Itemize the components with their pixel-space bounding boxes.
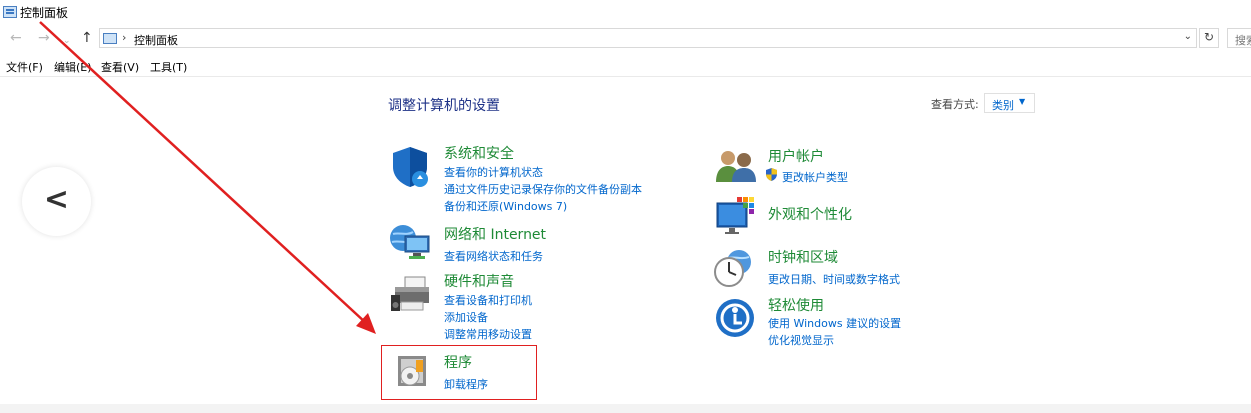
forward-arrow-icon[interactable]: → [38, 30, 50, 46]
status-strip [0, 404, 1251, 413]
printer-speaker-icon [391, 276, 429, 311]
search-input[interactable]: 搜索 [1227, 28, 1251, 48]
category-appearance[interactable]: 外观和个性化 [768, 204, 852, 224]
link-mobility-settings[interactable]: 调整常用移动设置 [444, 326, 532, 342]
link-change-date-time[interactable]: 更改日期、时间或数字格式 [768, 271, 900, 287]
category-hardware-sound[interactable]: 硬件和声音 [444, 271, 514, 291]
clock-globe-icon [714, 250, 751, 287]
users-icon [716, 151, 756, 182]
link-check-computer-status[interactable]: 查看你的计算机状态 [444, 164, 543, 180]
link-backup-restore[interactable]: 备份和还原(Windows 7) [444, 198, 567, 214]
category-ease-of-access[interactable]: 轻松使用 [768, 295, 824, 315]
chevron-left-icon: < [43, 182, 70, 217]
search-placeholder: 搜索 [1235, 34, 1251, 47]
shield-icon [393, 147, 428, 187]
address-bar: ← → ⌄ ↑ › 控制面板 ⌄ ↻ 搜索 [0, 27, 1251, 51]
recent-locations-icon[interactable]: ⌄ [63, 33, 71, 49]
view-by-select[interactable]: 类别 ▼ [984, 93, 1035, 113]
back-arrow-icon[interactable]: ← [10, 30, 22, 46]
link-change-account-type[interactable]: 更改帐户类型 [782, 169, 848, 185]
link-optimize-visual-display[interactable]: 优化视觉显示 [768, 332, 834, 348]
link-file-history-backup[interactable]: 通过文件历史记录保存你的文件备份副本 [444, 181, 642, 197]
network-globe-icon [390, 225, 430, 259]
chevron-right-icon[interactable]: › [122, 31, 126, 44]
view-by-value: 类别 [992, 99, 1014, 112]
up-arrow-icon[interactable]: ↑ [81, 30, 93, 46]
menu-tools[interactable]: 工具(T) [150, 59, 187, 75]
category-system-security[interactable]: 系统和安全 [444, 143, 514, 163]
view-by-label: 查看方式: [931, 98, 979, 111]
page-title: 调整计算机的设置 [388, 98, 500, 114]
menu-view[interactable]: 查看(V) [101, 59, 139, 75]
chevron-down-icon[interactable]: ⌄ [1184, 31, 1192, 42]
link-add-device[interactable]: 添加设备 [444, 309, 488, 325]
control-panel-icon [3, 6, 17, 18]
breadcrumb-control-panel[interactable]: 控制面板 [134, 32, 178, 48]
category-user-accounts[interactable]: 用户帐户 [768, 146, 824, 166]
menu-file[interactable]: 文件(F) [6, 59, 43, 75]
link-network-status[interactable]: 查看网络状态和任务 [444, 248, 543, 264]
link-devices-printers[interactable]: 查看设备和打印机 [444, 292, 532, 308]
category-network-internet[interactable]: 网络和 Internet [444, 224, 546, 244]
refresh-icon[interactable]: ↻ [1199, 28, 1219, 48]
link-recommended-settings[interactable]: 使用 Windows 建议的设置 [768, 315, 901, 331]
category-clock-region[interactable]: 时钟和区域 [768, 247, 838, 267]
address-field[interactable]: › 控制面板 ⌄ [99, 28, 1197, 48]
title-bar: 控制面板 [0, 0, 1251, 26]
control-panel-icon [103, 33, 117, 44]
window-title: 控制面板 [20, 6, 69, 20]
dropdown-triangle-icon: ▼ [1019, 97, 1026, 106]
back-button[interactable]: < [22, 167, 91, 236]
menu-edit[interactable]: 编辑(E) [54, 59, 92, 75]
annotation-highlight-box [381, 345, 537, 400]
ease-of-access-icon [716, 299, 754, 337]
appearance-display-icon [716, 197, 754, 234]
uac-shield-icon [766, 168, 777, 181]
divider [0, 76, 1251, 77]
menu-bar: 文件(F) 编辑(E) 查看(V) 工具(T) [0, 55, 1251, 75]
